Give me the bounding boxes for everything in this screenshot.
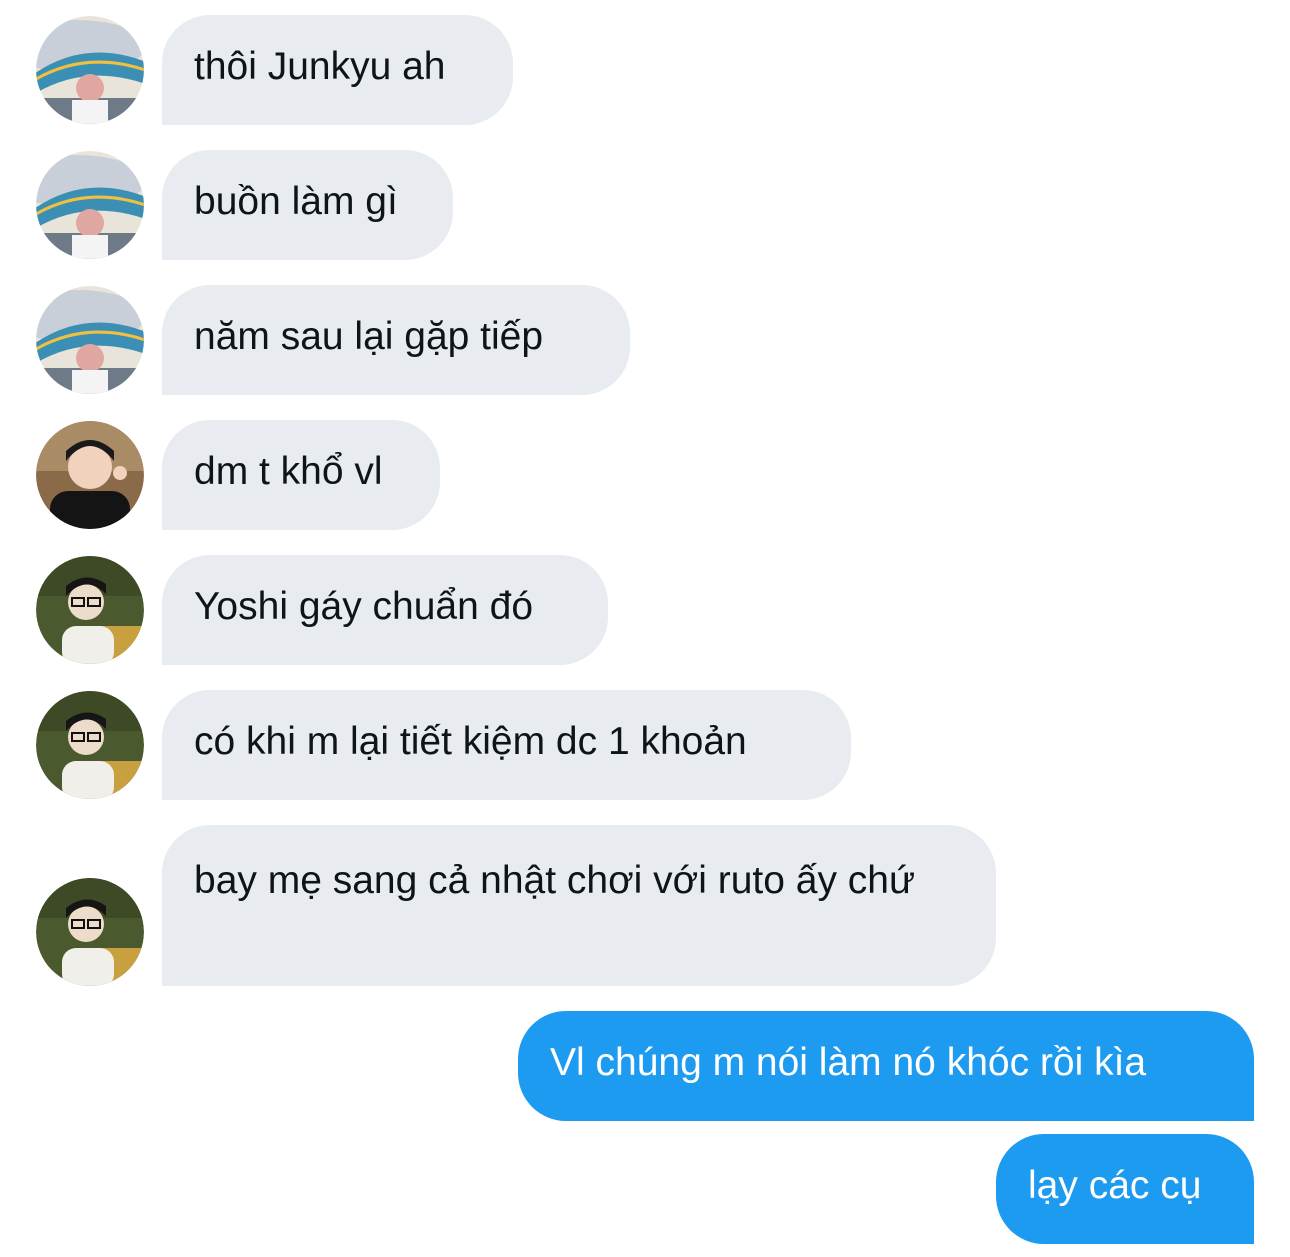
message-text: có khi m lại tiết kiệm dc 1 khoản <box>194 720 747 763</box>
avatar-image <box>36 556 144 664</box>
avatar-yoshi[interactable] <box>36 286 144 394</box>
message-text: Vl chúng m nói làm nó khóc rồi kìa <box>550 1041 1147 1084</box>
avatar-glasses[interactable] <box>36 878 144 986</box>
avatar-glasses[interactable] <box>36 691 144 799</box>
avatar-image <box>36 151 144 259</box>
avatar-dark-shirt[interactable] <box>36 421 144 529</box>
message-text: Yoshi gáy chuẩn đó <box>194 585 534 628</box>
message-text: năm sau lại gặp tiếp <box>194 315 544 358</box>
avatar-image <box>36 421 144 529</box>
avatar-image <box>36 16 144 124</box>
message-bubble-incoming[interactable]: năm sau lại gặp tiếp <box>162 285 630 395</box>
message-bubble-incoming[interactable]: buồn làm gì <box>162 150 453 260</box>
message-text: buồn làm gì <box>194 180 398 223</box>
message-text: thôi Junkyu ah <box>194 45 446 88</box>
dm-conversation: thôi Junkyu ah buồn làm gì năm sau lại g… <box>0 0 1290 1257</box>
message-bubble-outgoing[interactable]: Vl chúng m nói làm nó khóc rồi kìa <box>518 1011 1254 1121</box>
message-bubble-outgoing[interactable]: lạy các cụ <box>996 1134 1254 1244</box>
message-bubble-incoming[interactable]: dm t khổ vl <box>162 420 440 530</box>
avatar-image <box>36 691 144 799</box>
message-text: dm t khổ vl <box>194 450 383 493</box>
avatar-yoshi[interactable] <box>36 151 144 259</box>
avatar-image <box>36 286 144 394</box>
message-bubble-incoming[interactable]: Yoshi gáy chuẩn đó <box>162 555 608 665</box>
avatar-glasses[interactable] <box>36 556 144 664</box>
message-bubble-incoming[interactable]: bay mẹ sang cả nhật chơi với ruto ấy chứ <box>162 825 996 986</box>
avatar-yoshi[interactable] <box>36 16 144 124</box>
message-text: bay mẹ sang cả nhật chơi với ruto ấy chứ <box>194 859 916 902</box>
message-text: lạy các cụ <box>1028 1164 1202 1207</box>
message-bubble-incoming[interactable]: thôi Junkyu ah <box>162 15 513 125</box>
avatar-image <box>36 878 144 986</box>
message-bubble-incoming[interactable]: có khi m lại tiết kiệm dc 1 khoản <box>162 690 851 800</box>
